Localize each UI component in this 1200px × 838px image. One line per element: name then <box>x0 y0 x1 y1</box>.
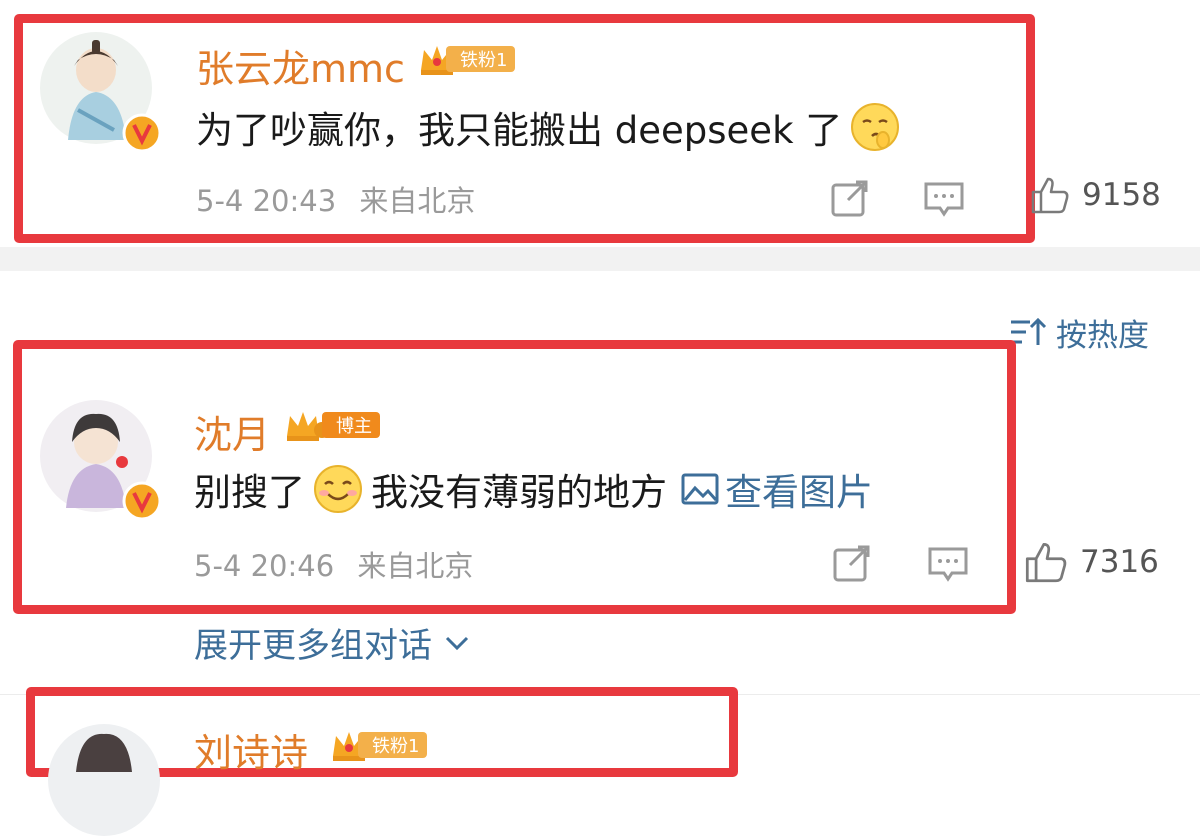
username[interactable]: 张云龙mmc <box>196 38 405 93</box>
fan-badge: 铁粉1 <box>418 44 516 75</box>
share-icon[interactable] <box>828 176 872 220</box>
section-divider <box>0 247 1200 271</box>
badge-label: 铁粉1 <box>446 46 516 72</box>
sort-by-hot-button[interactable]: 按热度 <box>1008 312 1149 354</box>
like-button[interactable]: 7316 <box>1024 540 1159 584</box>
comment-time: 5-4 20:46 <box>194 549 335 583</box>
sort-label: 按热度 <box>1056 317 1149 354</box>
like-count: 9158 <box>1082 177 1161 213</box>
comment-text: 别搜了 我没有薄弱的地方 查看图片 <box>194 462 873 516</box>
reply-icon[interactable] <box>922 176 966 220</box>
image-icon <box>681 473 719 505</box>
badge-label: 铁粉1 <box>358 732 428 758</box>
username[interactable]: 沈月 <box>194 404 270 459</box>
share-icon[interactable] <box>830 541 874 585</box>
blogger-badge: 博主 <box>284 410 380 441</box>
comment-text-main: 为了吵赢你，我只能搬出 deepseek 了 <box>196 109 843 152</box>
expand-label: 展开更多组对话 <box>194 626 432 666</box>
view-image-link[interactable]: 查看图片 <box>681 462 873 516</box>
comment-text-rest: 我没有薄弱的地方 <box>371 471 667 514</box>
verified-badge-icon <box>122 113 162 153</box>
comment-text: 为了吵赢你，我只能搬出 deepseek 了 <box>196 100 900 154</box>
badge-label: 博主 <box>322 412 380 438</box>
reply-icon[interactable] <box>926 541 970 585</box>
verified-badge-icon <box>122 481 162 521</box>
comment-location: 来自北京 <box>357 549 474 583</box>
like-count: 7316 <box>1080 544 1159 580</box>
like-button[interactable]: 9158 <box>1030 175 1161 215</box>
comment-location: 来自北京 <box>359 184 476 218</box>
shushing-face-icon <box>851 103 900 151</box>
comment-meta: 5-4 20:43 来自北京 <box>196 178 475 220</box>
comment-text-main: 别搜了 <box>194 471 305 514</box>
thumbs-up-icon <box>1025 543 1067 583</box>
comment-meta: 5-4 20:46 来自北京 <box>194 543 473 585</box>
thumbs-up-icon <box>1031 177 1069 214</box>
comment-time: 5-4 20:43 <box>196 184 337 218</box>
view-image-label: 查看图片 <box>725 471 873 514</box>
chevron-down-icon <box>445 636 469 650</box>
expand-more-conversations-button[interactable]: 展开更多组对话 <box>194 618 470 667</box>
avatar[interactable] <box>46 722 162 838</box>
username[interactable]: 刘诗诗 <box>194 722 308 777</box>
smile-face-icon <box>314 465 362 513</box>
